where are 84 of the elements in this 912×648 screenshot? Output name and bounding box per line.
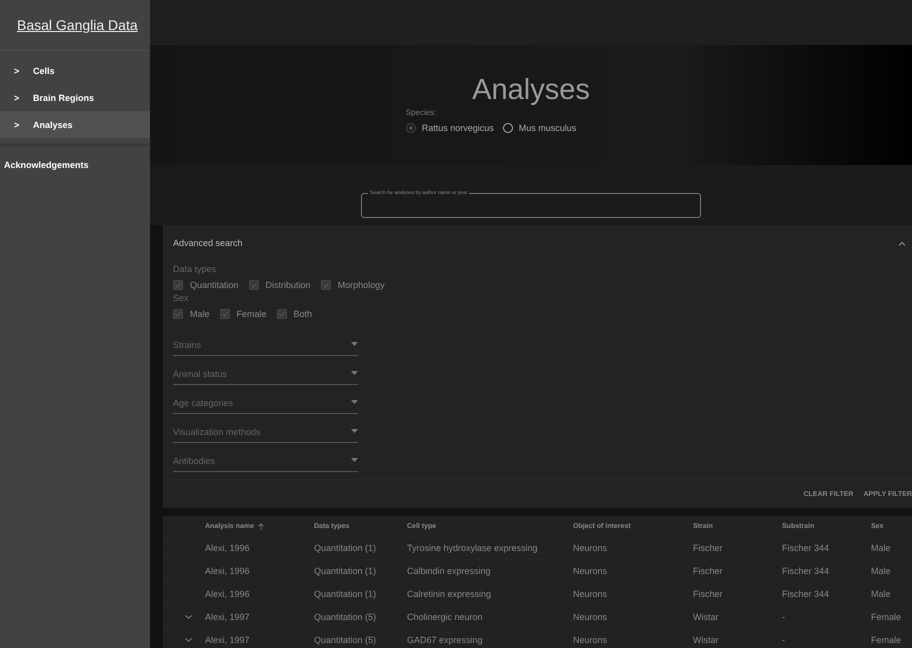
table-cell-text: Male	[871, 543, 892, 553]
table-cell-text: Neurons	[573, 589, 608, 599]
table-cell-text: Female	[871, 635, 902, 645]
table-cell-text: Tyrosine hydroxylase expressing	[407, 543, 539, 553]
acknowledgements-link[interactable]: Acknowledgements	[0, 146, 150, 170]
sidebar-item-label: Cells	[33, 66, 55, 76]
table-cell-text: Quantitation (5)	[314, 612, 378, 622]
table-cell-text: Neurons	[573, 612, 608, 622]
checkbox-label: Morphology	[338, 280, 385, 290]
species-radio[interactable]: Mus musculus	[502, 123, 576, 133]
table-cell-text: Alexi, 1996	[205, 566, 251, 576]
checkbox-label: Female	[236, 309, 267, 319]
table-cell-text: Fischer 344	[782, 566, 830, 576]
table-cell-text: Wistar	[693, 635, 720, 645]
table-cell-text: Female	[871, 612, 902, 622]
filter-checkbox[interactable]: Both	[276, 309, 312, 319]
table-cell-text: Wistar	[693, 612, 720, 622]
filter-checkbox[interactable]: Distribution	[248, 280, 311, 290]
table-cell-text: Male	[871, 589, 892, 599]
table-cell-text: Alexi, 1997	[205, 635, 251, 645]
checkbox-label: Male	[190, 309, 210, 319]
table-cell-text: Fischer	[693, 543, 724, 553]
species-radio[interactable]: Rattus norvegicus	[406, 123, 494, 133]
filter-checkbox[interactable]: Morphology	[320, 280, 385, 290]
species-label: Species:	[406, 108, 438, 117]
species-option-label: Rattus norvegicus	[422, 123, 494, 133]
table-cell-text: GAD67 expressing	[407, 635, 484, 645]
dropdown-placeholder: Strains	[173, 340, 202, 350]
table-cell-text: Fischer 344	[782, 589, 830, 599]
table-cell-text: Fischer 344	[782, 543, 830, 553]
filter-checkbox[interactable]: Female	[220, 309, 267, 319]
dropdown-placeholder: Age categories	[173, 398, 234, 408]
table-cell-text: -	[782, 612, 786, 622]
table-cell-text: Quantitation (5)	[314, 635, 378, 645]
table-cell-text: Quantitation (1)	[314, 589, 378, 599]
filter-group-label: Data types	[173, 264, 218, 274]
page-title: Analyses	[472, 74, 590, 107]
table-cell-text: Neurons	[573, 635, 608, 645]
table-cell-text: Quantitation (1)	[314, 543, 378, 553]
checkbox-label: Both	[294, 309, 312, 319]
chevron-icon: >	[0, 120, 33, 130]
expand-chevron-icon[interactable]	[184, 638, 192, 642]
table-cell-text: Neurons	[573, 543, 608, 553]
table-cell-text: Alexi, 1996	[205, 543, 251, 553]
filter-checkbox[interactable]: Male	[173, 309, 210, 319]
filter-dropdown[interactable]: Strains	[173, 334, 358, 356]
filter-dropdown[interactable]: Visualization methods	[173, 421, 358, 443]
dropdown-caret-icon	[351, 400, 358, 405]
table-cell-text: Cholinergic neuron	[407, 612, 484, 622]
table-cell-text: Alexi, 1996	[205, 589, 251, 599]
dropdown-caret-icon	[351, 429, 358, 434]
advanced-search-title: Advanced search	[173, 238, 243, 248]
table-cell-text: Fischer	[693, 566, 724, 576]
sidebar-item-label: Analyses	[33, 120, 73, 130]
table-cell-text: Calbindin expressing	[407, 566, 492, 576]
sidebar-item[interactable]: > Cells	[0, 57, 150, 84]
dropdown-caret-icon	[351, 371, 358, 376]
dropdown-placeholder: Antibodies	[173, 456, 216, 466]
filter-checkbox[interactable]: Quantitation	[173, 280, 239, 290]
dropdown-placeholder: Visualization methods	[173, 426, 260, 436]
sidebar-item[interactable]: > Brain Regions	[0, 84, 150, 111]
checkbox-label: Quantitation	[190, 280, 239, 290]
sidebar-item-label: Brain Regions	[33, 92, 94, 102]
filter-dropdown[interactable]: Antibodies	[173, 450, 358, 472]
dropdown-caret-icon	[351, 342, 358, 347]
collapse-icon[interactable]	[898, 240, 906, 246]
table-cell-text: Fischer	[693, 589, 724, 599]
species-option-label: Mus musculus	[518, 123, 576, 133]
chevron-icon: >	[0, 92, 33, 102]
table-cell-text: Neurons	[573, 566, 608, 576]
table-cell-text: Male	[871, 566, 892, 576]
filter-dropdown[interactable]: Animal status	[173, 363, 358, 385]
filter-dropdown[interactable]: Age categories	[173, 392, 358, 414]
table-cell-text: Alexi, 1997	[205, 612, 251, 622]
table-cell-text: Calretinin expressing	[407, 589, 492, 599]
table-cell-text: Quantitation (1)	[314, 566, 378, 576]
filter-group-label: Sex	[173, 293, 190, 303]
dropdown-placeholder: Animal status	[173, 368, 228, 378]
dropdown-caret-icon	[351, 458, 358, 463]
checkbox-label: Distribution	[266, 280, 311, 290]
expand-chevron-icon[interactable]	[184, 615, 192, 619]
table-cell-text: -	[782, 635, 786, 645]
chevron-icon: >	[0, 66, 33, 76]
sidebar-item[interactable]: > Analyses	[0, 111, 150, 138]
